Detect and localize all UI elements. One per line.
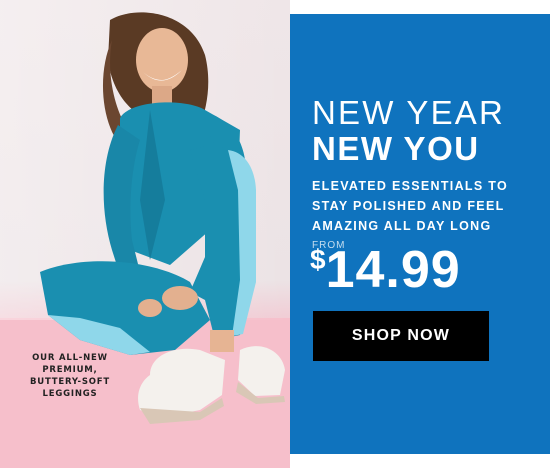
- product-caption: OUR ALL-NEW PREMIUM, BUTTERY-SOFT LEGGIN…: [29, 353, 111, 399]
- price-amount: 14.99: [325, 241, 461, 299]
- promo-subcopy: ELEVATED ESSENTIALS TO STAY POLISHED AND…: [312, 179, 508, 233]
- model-photo-panel: OUR ALL-NEW PREMIUM, BUTTERY-SOFT LEGGIN…: [0, 0, 290, 468]
- promo-banner[interactable]: OUR ALL-NEW PREMIUM, BUTTERY-SOFT LEGGIN…: [0, 0, 550, 468]
- shop-now-button[interactable]: SHOP NOW: [313, 311, 489, 361]
- promo-panel: NEW YEAR NEW YOU ELEVATED ESSENTIALS TO …: [290, 14, 550, 454]
- price: $14.99: [310, 240, 461, 300]
- price-currency: $: [310, 244, 326, 275]
- headline-line-2: NEW YOU: [312, 130, 480, 167]
- headline-line-1: NEW YEAR: [312, 94, 506, 131]
